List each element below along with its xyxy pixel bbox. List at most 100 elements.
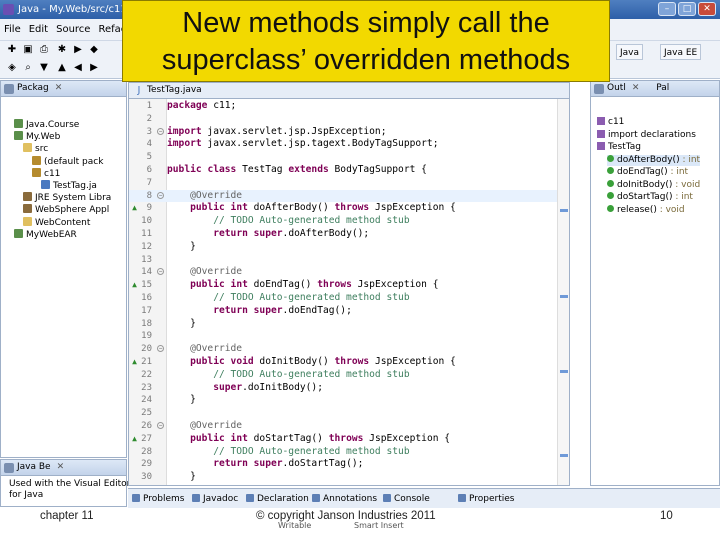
override-marker-icon[interactable]: ▲ [130, 357, 139, 367]
code-line[interactable]: 21 ▲ public void doInitBody() throws JspE… [129, 356, 557, 369]
tree-item[interactable]: MyWebEAR [14, 228, 77, 241]
outline-item[interactable]: doAfterBody() : int [607, 154, 701, 166]
code-line[interactable]: 19 [129, 330, 557, 343]
close-icon[interactable]: ✕ [632, 83, 640, 93]
palette-tab[interactable]: Pal [656, 83, 669, 93]
prev-annotation-icon[interactable]: ▲ [56, 62, 68, 74]
code-line[interactable]: 5 [129, 151, 557, 164]
outline-item[interactable]: c11 [597, 117, 624, 128]
save-icon[interactable]: ▣ [22, 44, 34, 56]
print-icon[interactable]: ⎙ [38, 44, 50, 56]
code-line[interactable]: 2 [129, 113, 557, 126]
class-icon [597, 142, 605, 150]
fold-toggle-icon[interactable]: − [157, 345, 164, 353]
tab-console[interactable]: Console [383, 492, 430, 506]
close-icon[interactable]: ✕ [55, 83, 63, 93]
external-tools-icon[interactable]: ◆ [88, 44, 100, 56]
fold-toggle-icon[interactable]: − [157, 191, 164, 199]
code-line[interactable]: 12 } [129, 241, 557, 254]
overview-marker[interactable] [560, 370, 568, 373]
code-line[interactable]: 20− @Override [129, 343, 557, 356]
outline-item[interactable]: TestTag [597, 142, 641, 153]
code-line[interactable]: 18 } [129, 318, 557, 331]
code-line[interactable]: 7 [129, 177, 557, 190]
forward-icon[interactable]: ▶ [88, 62, 100, 74]
code-line[interactable]: 29 return super.doStartTag(); [129, 458, 557, 471]
code-line[interactable]: 10 // TODO Auto-generated method stub [129, 215, 557, 228]
tree-item[interactable]: Java.Course [14, 119, 79, 131]
perspective-javaee[interactable]: Java EE [660, 44, 702, 60]
code-line[interactable]: 1 package c11; [129, 100, 557, 113]
next-annotation-icon[interactable]: ▼ [38, 62, 50, 74]
override-marker-icon[interactable]: ▲ [130, 280, 139, 290]
code-line[interactable]: 23 super.doInitBody(); [129, 382, 557, 395]
new-icon[interactable]: ✚ [6, 44, 18, 56]
tab-declaration[interactable]: Declaration [246, 492, 309, 506]
code-line[interactable]: 30 } [129, 471, 557, 484]
tree-item[interactable]: JRE System Libra [23, 192, 111, 204]
outline-item[interactable]: doEndTag() : int [607, 167, 688, 178]
back-icon[interactable]: ◀ [72, 62, 84, 74]
search-icon[interactable]: ⌕ [22, 62, 34, 74]
code-line[interactable]: 17 return super.doEndTag(); [129, 305, 557, 318]
code-line[interactable]: 11 return super.doAfterBody(); [129, 228, 557, 241]
tree-item[interactable]: c11 [32, 167, 60, 180]
code-line[interactable]: 27 ▲ public int doStartTag() throws JspEx… [129, 433, 557, 446]
overview-marker[interactable] [560, 454, 568, 457]
outline-item[interactable]: release() : void [607, 204, 685, 216]
code-line[interactable]: 9 ▲ public int doAfterBody() throws JspEx… [129, 202, 557, 215]
perspective-java[interactable]: Java [616, 44, 644, 60]
tab-problems[interactable]: Problems [132, 492, 184, 506]
code-line[interactable]: 14− @Override [129, 266, 557, 279]
tree-item[interactable]: WebSphere Appl [23, 204, 109, 216]
outline-tab[interactable]: Outl ✕ Pal [591, 81, 719, 97]
override-marker-icon[interactable]: ▲ [130, 203, 139, 213]
code-line[interactable]: 4 import javax.servlet.jsp.tagext.BodyTag… [129, 138, 557, 151]
code-line[interactable]: 16 // TODO Auto-generated method stub [129, 292, 557, 305]
code-line[interactable]: 3− import javax.servlet.jsp.JspException; [129, 126, 557, 139]
close-button[interactable]: ✕ [698, 2, 716, 16]
debug-icon[interactable]: ✱ [56, 44, 68, 56]
outline-item[interactable]: import declarations [597, 129, 696, 141]
code-text: public class TestTag extends BodyTagSupp… [167, 164, 427, 175]
overview-marker[interactable] [560, 295, 568, 298]
code-line[interactable]: 15 ▲ public int doEndTag() throws JspExce… [129, 279, 557, 292]
code-line[interactable]: 26− @Override [129, 420, 557, 433]
code-line[interactable]: 25 [129, 407, 557, 420]
fold-toggle-icon[interactable]: − [157, 268, 164, 276]
tree-item[interactable]: My.Web [14, 131, 60, 143]
java-beans-tab[interactable]: Java Be ✕ [1, 460, 126, 476]
run-icon[interactable]: ▶ [72, 44, 84, 56]
open-type-icon[interactable]: ◈ [6, 62, 18, 74]
overview-marker[interactable] [560, 209, 568, 212]
tree-item[interactable]: WebContent [23, 216, 90, 229]
fold-toggle-icon[interactable]: − [157, 127, 164, 135]
tree-item[interactable]: (default pack [32, 155, 103, 168]
menu-source[interactable]: Source [52, 19, 94, 41]
override-marker-icon[interactable]: ▲ [130, 434, 139, 444]
code-line[interactable]: 6 public class TestTag extends BodyTagSup… [129, 164, 557, 177]
outline-item[interactable]: doInitBody() : void [607, 179, 700, 191]
code-editor[interactable]: J TestTag.java 1 package c11; 2 3− import ja… [128, 82, 570, 486]
tree-item[interactable]: TestTag.ja [41, 180, 97, 192]
tab-properties[interactable]: Properties [458, 492, 514, 506]
tab-javadoc[interactable]: Javadoc [192, 492, 238, 506]
code-line[interactable]: 28 // TODO Auto-generated method stub [129, 446, 557, 459]
minimize-button[interactable]: – [658, 2, 676, 16]
editor-tab-label[interactable]: TestTag.java [147, 85, 202, 95]
code-line[interactable]: 24 } [129, 394, 557, 407]
overview-ruler[interactable] [557, 99, 569, 485]
menu-edit[interactable]: Edit [25, 19, 52, 41]
maximize-button[interactable]: □ [678, 2, 696, 16]
tab-annotations[interactable]: Annotations [312, 492, 377, 506]
package-explorer-tab[interactable]: Packag ✕ [1, 81, 126, 97]
menu-file[interactable]: File [0, 19, 25, 41]
tree-item[interactable]: src [23, 143, 48, 155]
close-icon[interactable]: ✕ [57, 462, 65, 472]
code-line[interactable]: 22 // TODO Auto-generated method stub [129, 369, 557, 382]
fold-toggle-icon[interactable]: − [157, 422, 164, 429]
code-line[interactable]: 8− @Override [129, 189, 557, 203]
outline-item[interactable]: doStartTag() : int [607, 192, 693, 203]
code-line[interactable]: 13 [129, 254, 557, 267]
callout-line-2: superclass’ overridden methods [161, 44, 571, 76]
